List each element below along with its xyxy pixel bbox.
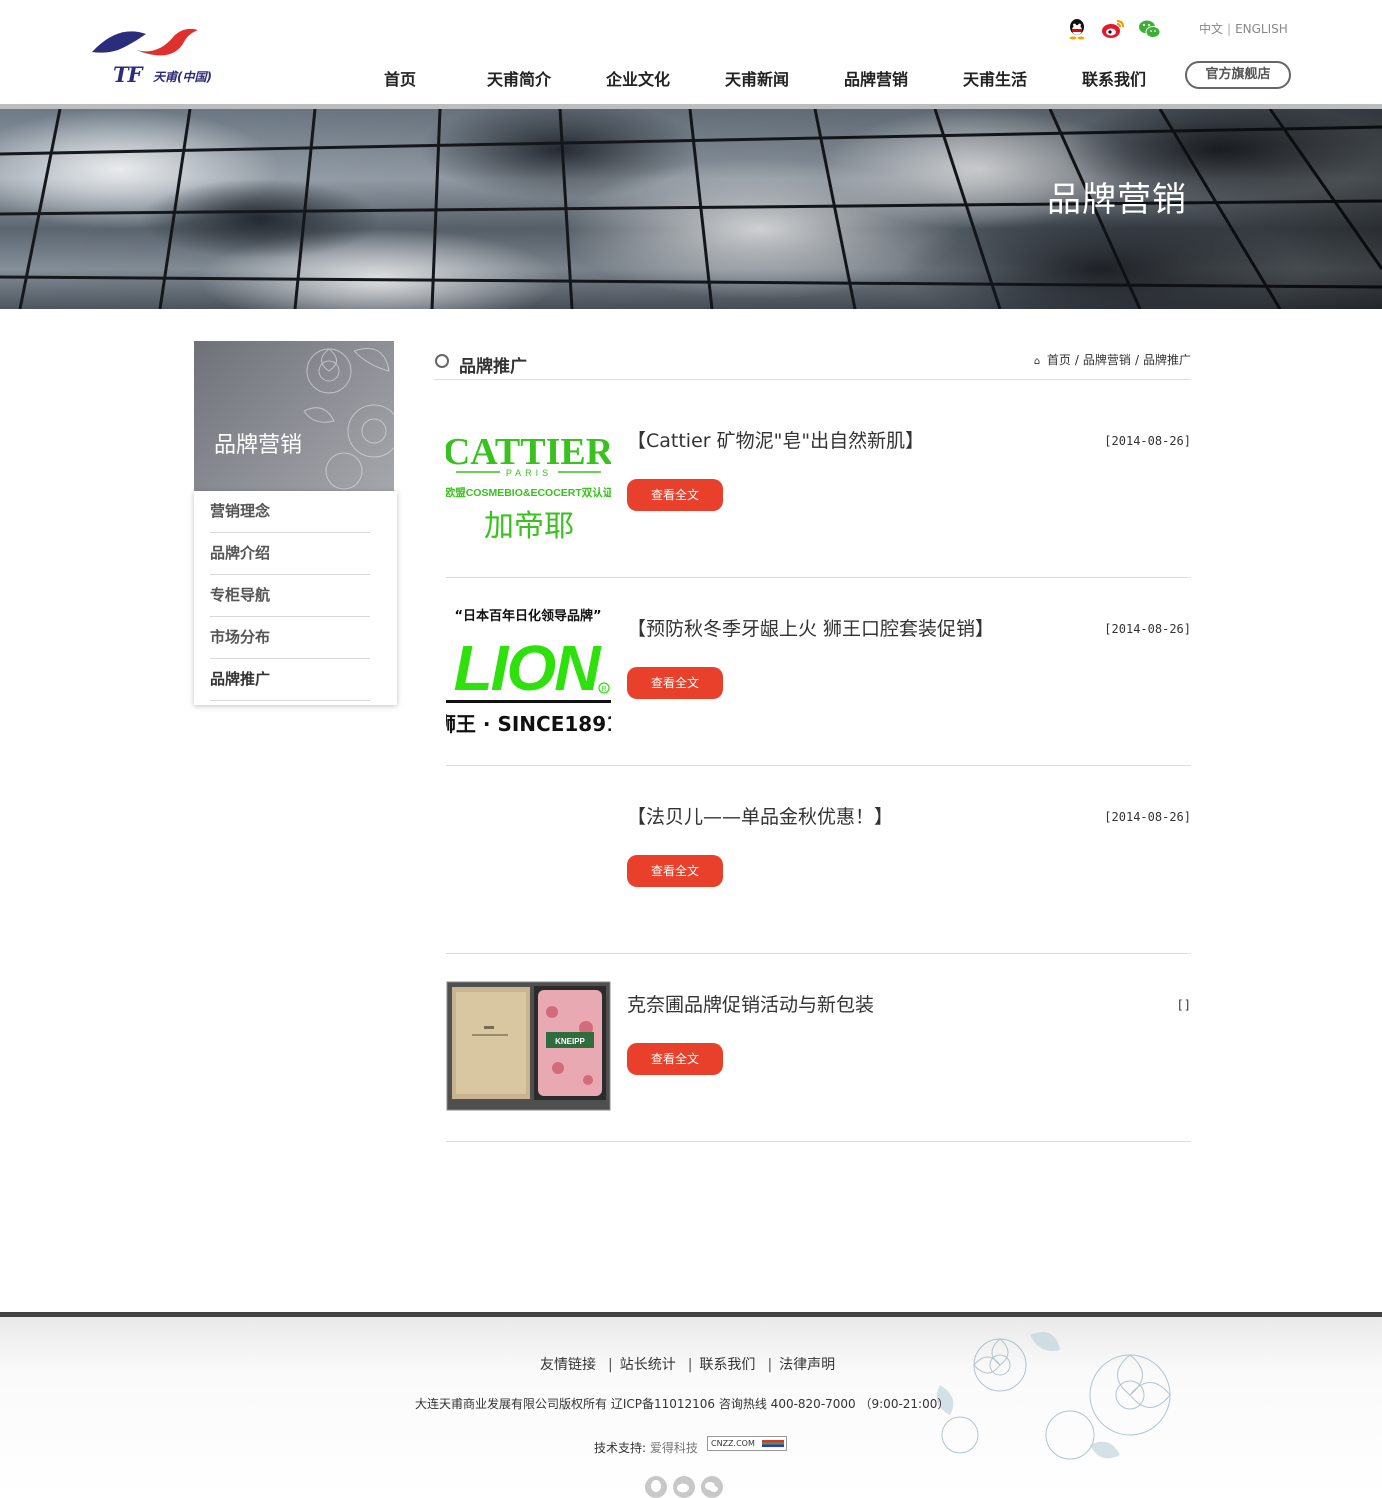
weibo-icon[interactable] — [1101, 18, 1124, 40]
cattier-logo-thumbnail[interactable]: CATTIER PARIS 欧盟COSMEBIO&ECOCERT双认证 加帝耶 — [443, 408, 614, 548]
qq-icon[interactable] — [645, 1476, 667, 1498]
sidebar-item-brand-intro[interactable]: 品牌介绍 — [210, 533, 370, 575]
sidebar-item-counter-nav[interactable]: 专柜导航 — [210, 575, 370, 617]
breadcrumb-home[interactable]: 首页 — [1047, 353, 1071, 367]
support-vendor-link[interactable]: 爱得科技 — [650, 1441, 698, 1455]
floral-pattern-icon — [303, 348, 394, 490]
site-header: TF 天甫(中国) 中文 | ENGLISH 首页 天甫简介 企业文化 天甫新闻 品… — [0, 0, 1382, 104]
footer-links: 友情链接 | 站长统计 | 联系我们 | 法律声明 — [540, 1354, 835, 1374]
qq-icon[interactable] — [1066, 18, 1088, 40]
cattier-cert: 欧盟COSMEBIO&ECOCERT双认证 — [446, 486, 611, 499]
sidebar-item-marketing-concept[interactable]: 营销理念 — [210, 491, 370, 533]
footer-link-stats[interactable]: 站长统计 — [620, 1357, 676, 1373]
logo-subtitle: 天甫(中国) — [153, 70, 212, 84]
entry-title[interactable]: 【法贝儿——单品金秋优惠！】 — [627, 802, 893, 829]
entry-date: [2014-08-26] — [1104, 622, 1191, 636]
read-more-button[interactable]: 查看全文 — [627, 479, 723, 511]
nav-life[interactable]: 天甫生活 — [963, 66, 1027, 90]
list-item: “日本百年日化领导品牌” LION R 狮王 · SINCE1891 【预防秋冬… — [436, 578, 1191, 766]
footer-separator: | — [767, 1357, 773, 1373]
entry-title[interactable]: 克奈圃品牌促销活动与新包装 — [627, 990, 874, 1017]
circle-bullet-icon — [435, 354, 449, 368]
weibo-icon[interactable] — [673, 1476, 695, 1498]
flagship-store-button[interactable]: 官方旗舰店 — [1185, 61, 1291, 89]
footer-separator: | — [608, 1357, 613, 1373]
copyright-text: 大连天甫商业发展有限公司版权所有 辽ICP备11012106 咨询热线 400-… — [415, 1397, 950, 1411]
page-title: 品牌推广 — [459, 357, 527, 377]
cattier-chinese-name: 加帝耶 — [484, 509, 574, 544]
read-more-button[interactable]: 查看全文 — [627, 1043, 723, 1075]
content-header: 品牌推广 ⌂ 首页 / 品牌营销 / 品牌推广 — [434, 346, 1191, 380]
nav-contact[interactable]: 联系我们 — [1082, 66, 1146, 90]
nav-brand-marketing[interactable]: 品牌营销 — [844, 66, 908, 90]
footer-link-contact[interactable]: 联系我们 — [699, 1357, 755, 1373]
cattier-paris: PARIS — [506, 468, 552, 478]
read-more-button[interactable]: 查看全文 — [627, 855, 723, 887]
breadcrumb-separator: / — [1074, 353, 1079, 367]
nav-news[interactable]: 天甫新闻 — [725, 66, 789, 90]
breadcrumb-brand-marketing[interactable]: 品牌营销 — [1083, 353, 1131, 367]
wechat-icon[interactable] — [1138, 18, 1161, 40]
tech-support: 技术支持: 爱得科技 — [594, 1439, 698, 1456]
sidebar-header: 品牌营销 — [194, 341, 394, 491]
footer-link-friends[interactable]: 友情链接 — [540, 1357, 596, 1373]
cattier-wordmark: CATTIER — [446, 431, 611, 473]
sidebar-item-market-distribution[interactable]: 市场分布 — [210, 617, 370, 659]
list-item: 【法贝儿——单品金秋优惠！】 [2014-08-26] 查看全文 — [446, 766, 1191, 954]
lang-en[interactable]: ENGLISH — [1235, 22, 1288, 36]
read-more-button[interactable]: 查看全文 — [627, 667, 723, 699]
sidebar-item-brand-promotion[interactable]: 品牌推广 — [210, 659, 370, 701]
nav-home[interactable]: 首页 — [384, 66, 416, 90]
kneipp-label: KNEIPP — [555, 1037, 585, 1046]
footer-separator: | — [687, 1357, 693, 1373]
lion-wordmark: LION — [454, 632, 603, 704]
logo-swoosh-icon — [92, 28, 198, 56]
cnzz-badge[interactable]: CNZZ.COM — [707, 1436, 787, 1451]
language-switch: 中文 | ENGLISH — [1199, 20, 1288, 37]
empty-thumbnail — [446, 784, 611, 924]
lion-logo-thumbnail[interactable]: “日本百年日化领导品牌” LION R 狮王 · SINCE1891 — [436, 596, 620, 736]
entry-date: [2014-08-26] — [1104, 810, 1191, 824]
lion-slogan: “日本百年日化领导品牌” — [454, 608, 601, 624]
entry-title[interactable]: 【Cattier 矿物泥"皂"出自然新肌】 — [627, 426, 924, 453]
sidebar-title: 品牌营销 — [214, 433, 303, 458]
breadcrumb: ⌂ 首页 / 品牌营销 / 品牌推广 — [1034, 351, 1191, 368]
logo-text: TF — [113, 62, 143, 87]
support-label: 技术支持: — [594, 1441, 647, 1455]
lang-separator: | — [1227, 22, 1232, 36]
site-footer: 友情链接 | 站长统计 | 联系我们 | 法律声明 大连天甫商业发展有限公司版权所有 辽IC… — [0, 1317, 1382, 1498]
nav-culture[interactable]: 企业文化 — [606, 66, 670, 90]
svg-text:R: R — [601, 686, 606, 693]
list-item: KNEIPP 克奈圃品牌促销活动与新包装 [] 查看全文 — [446, 954, 1191, 1142]
lang-zh[interactable]: 中文 — [1199, 22, 1223, 36]
home-icon: ⌂ — [1033, 356, 1041, 367]
entry-date: [] — [1176, 998, 1191, 1012]
nav-about[interactable]: 天甫简介 — [487, 66, 551, 90]
sidebar-menu: 营销理念 品牌介绍 专柜导航 市场分布 品牌推广 — [194, 491, 397, 705]
footer-link-legal[interactable]: 法律声明 — [779, 1357, 835, 1373]
breadcrumb-separator: / — [1134, 353, 1139, 367]
lion-since: 狮王 · SINCE1891 — [446, 712, 611, 736]
entry-date: [2014-08-26] — [1104, 434, 1191, 448]
kneipp-product-photo[interactable]: KNEIPP — [446, 972, 611, 1112]
entry-title[interactable]: 【预防秋冬季牙龈上火 狮王口腔套装促销】 — [627, 614, 994, 641]
breadcrumb-current: 品牌推广 — [1142, 353, 1191, 367]
list-item: CATTIER PARIS 欧盟COSMEBIO&ECOCERT双认证 加帝耶 … — [443, 390, 1191, 578]
banner-title: 品牌营销 — [1047, 180, 1187, 220]
wechat-icon[interactable] — [701, 1476, 723, 1498]
footer-floral-decoration-icon — [936, 1332, 1171, 1460]
